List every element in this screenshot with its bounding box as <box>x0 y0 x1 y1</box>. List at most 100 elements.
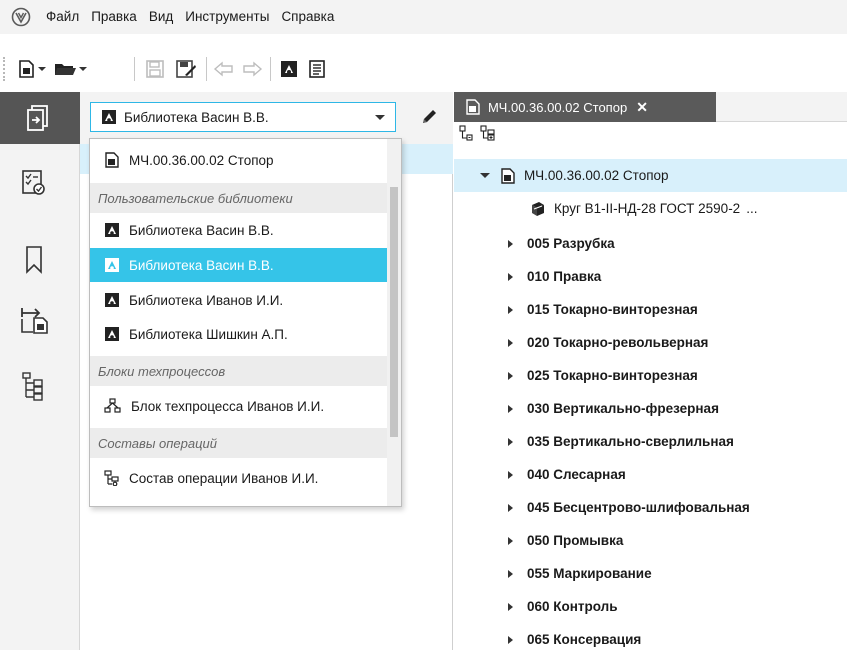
new-document-icon <box>19 60 46 78</box>
tree-operation-row[interactable]: 035 Вертикально-сверлильная <box>454 425 847 458</box>
tree-operation-row[interactable]: 060 Контроль <box>454 590 847 623</box>
open-button[interactable] <box>52 55 88 83</box>
dropdown-item-operation-set[interactable]: Состав операции Иванов И.И. <box>90 461 388 495</box>
library-icon <box>281 61 297 77</box>
document-panel: МЧ.00.36.00.02 Стопор ✕ МЧ.00.36.00.02 С… <box>454 92 847 650</box>
rail-checklist-button[interactable] <box>18 167 50 199</box>
tree-operation-label: 020 Токарно-револьверная <box>527 335 709 350</box>
dropdown-scrollbar[interactable] <box>387 139 401 506</box>
app-logo-icon <box>11 7 31 27</box>
menu-view[interactable]: Вид <box>143 0 179 34</box>
chevron-right-icon[interactable] <box>508 272 513 281</box>
dropdown-item-library[interactable]: Библиотека Васин В.В. <box>90 213 388 247</box>
dropdown-item-label: Библиотека Васин В.В. <box>129 257 274 273</box>
tree-material-label: Круг В1-II-НД-28 ГОСТ 2590-2 <box>554 201 741 216</box>
dropdown-item-library-selected[interactable]: Библиотека Васин В.В. <box>90 248 388 282</box>
library-button[interactable] <box>276 55 302 83</box>
chevron-right-icon[interactable] <box>508 536 513 545</box>
chevron-right-icon[interactable] <box>508 437 513 446</box>
dropdown-item-label: Состав операции Иванов И.И. <box>129 470 319 486</box>
menu-file[interactable]: Файл <box>40 0 85 34</box>
tree-operation-row[interactable]: 045 Бесцентрово-шлифовальная <box>454 491 847 524</box>
menu-help[interactable]: Справка <box>275 0 340 34</box>
expand-tree-icon[interactable] <box>480 125 496 141</box>
undo-button[interactable] <box>212 55 236 83</box>
close-icon[interactable]: ✕ <box>636 99 648 116</box>
collapse-tree-icon[interactable] <box>459 125 475 141</box>
tree-material-row[interactable]: Круг В1-II-НД-28 ГОСТ 2590-2 ... <box>454 192 847 225</box>
tree-operation-row[interactable]: 065 Консервация <box>454 623 847 650</box>
menu-edit[interactable]: Правка <box>85 0 143 34</box>
tree-operation-row[interactable]: 025 Токарно-винторезная <box>454 359 847 392</box>
document-icon <box>105 152 119 168</box>
tree-operation-label: 010 Правка <box>527 269 602 284</box>
tree-operation-label: 050 Промывка <box>527 533 624 548</box>
dropdown-item-process-block[interactable]: Блок техпроцесса Иванов И.И. <box>90 389 388 423</box>
tree-operation-row[interactable]: 020 Токарно-револьверная <box>454 326 847 359</box>
documents-icon <box>27 105 48 131</box>
chevron-right-icon[interactable] <box>508 503 513 512</box>
library-icon <box>105 327 119 341</box>
rail-export-button[interactable] <box>18 304 50 336</box>
chevron-right-icon[interactable] <box>508 404 513 413</box>
tree-root-label: МЧ.00.36.00.02 Стопор <box>524 168 669 183</box>
chevron-right-icon[interactable] <box>508 371 513 380</box>
tree-operation-label: 060 Контроль <box>527 599 618 614</box>
dropdown-item-document[interactable]: МЧ.00.36.00.02 Стопор <box>90 143 388 177</box>
tree-operation-row[interactable]: 050 Промывка <box>454 524 847 557</box>
tree-operation-label: 035 Вертикально-сверлильная <box>527 434 734 449</box>
chevron-right-icon[interactable] <box>508 569 513 578</box>
dropdown-item-label: Библиотека Иванов И.И. <box>129 292 284 308</box>
chevron-down-icon[interactable] <box>480 173 490 178</box>
tree-operation-row[interactable]: 015 Токарно-винторезная <box>454 293 847 326</box>
tree-operation-label: 005 Разрубка <box>527 236 615 251</box>
tree-operation-row[interactable]: 010 Правка <box>454 260 847 293</box>
tree-operation-label: 015 Токарно-винторезная <box>527 302 698 317</box>
catalog-button[interactable] <box>304 55 330 83</box>
tree-operation-row[interactable]: 040 Слесарная <box>454 458 847 491</box>
chevron-right-icon[interactable] <box>508 470 513 479</box>
tree-operation-row[interactable]: 055 Маркирование <box>454 557 847 590</box>
dropdown-item-label: МЧ.00.36.00.02 Стопор <box>129 152 274 168</box>
chevron-right-icon[interactable] <box>508 602 513 611</box>
dropdown-group-user-libraries: Пользовательские библиотеки <box>90 183 388 213</box>
new-document-button[interactable] <box>14 55 50 83</box>
structure-icon <box>22 372 43 401</box>
tree-operation-label: 065 Консервация <box>527 632 642 647</box>
pencil-icon[interactable] <box>420 108 438 126</box>
menu-bar: Файл Правка Вид Инструменты Справка <box>0 0 847 34</box>
tree-root-row[interactable]: МЧ.00.36.00.02 Стопор <box>454 159 847 192</box>
chevron-down-icon[interactable] <box>375 115 385 120</box>
save-as-icon <box>176 60 196 78</box>
save-icon <box>146 60 164 78</box>
tab-document[interactable]: МЧ.00.36.00.02 Стопор ✕ <box>454 92 716 122</box>
dropdown-item-label: Библиотека Васин В.В. <box>129 222 274 238</box>
dropdown-item-label: Блок техпроцесса Иванов И.И. <box>131 398 325 414</box>
toolbar-grip[interactable] <box>3 57 7 81</box>
tree-operation-row[interactable]: 005 Разрубка <box>454 227 847 260</box>
dropdown-item-library[interactable]: Библиотека Иванов И.И. <box>90 283 388 317</box>
rail-structure-button[interactable] <box>18 370 50 402</box>
library-selector[interactable]: Библиотека Васин В.В. <box>90 102 396 132</box>
tree-operation-row[interactable]: 030 Вертикально-фрезерная <box>454 392 847 425</box>
tree-toolbar <box>454 122 847 148</box>
redo-button[interactable] <box>240 55 264 83</box>
dropdown-item-library[interactable]: Библиотека Шишкин А.П. <box>90 317 388 351</box>
chevron-right-icon[interactable] <box>508 305 513 314</box>
chevron-right-icon[interactable] <box>508 635 513 644</box>
chevron-right-icon[interactable] <box>508 239 513 248</box>
undo-icon <box>213 61 233 77</box>
save-button[interactable] <box>142 55 168 83</box>
chevron-right-icon[interactable] <box>508 338 513 347</box>
rail-documents-button[interactable] <box>0 92 80 144</box>
library-dropdown: МЧ.00.36.00.02 Стопор Пользовательские б… <box>89 138 402 507</box>
process-block-icon <box>104 398 121 413</box>
dropdown-scrollbar-thumb[interactable] <box>390 187 398 437</box>
rail-bookmark-button[interactable] <box>18 244 50 276</box>
tree-operation-label: 040 Слесарная <box>527 467 626 482</box>
tree-operation-label: 055 Маркирование <box>527 566 652 581</box>
dropdown-group-operation-sets: Составы операций <box>90 428 388 458</box>
save-as-button[interactable] <box>172 55 200 83</box>
menu-tools[interactable]: Инструменты <box>179 0 275 34</box>
library-selector-value: Библиотека Васин В.В. <box>124 109 269 125</box>
